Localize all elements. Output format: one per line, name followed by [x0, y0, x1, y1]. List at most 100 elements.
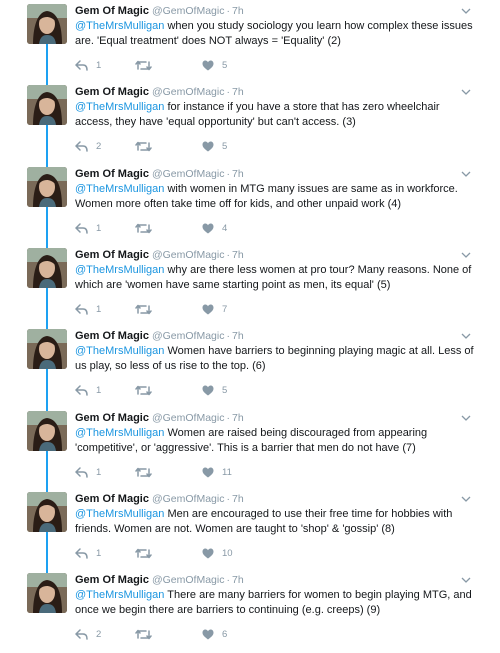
reply-button[interactable]: 1 [75, 545, 101, 561]
retweet-button[interactable] [135, 626, 160, 642]
tweet-text: @TheMrsMulligan There are many barriers … [75, 588, 477, 617]
tweet-timestamp[interactable]: 7h [232, 86, 244, 98]
reply-count: 2 [96, 628, 102, 640]
author-handle[interactable]: @GemOfMagic [152, 574, 225, 586]
retweet-icon [135, 548, 152, 559]
tweet-timestamp[interactable]: 7h [232, 574, 244, 586]
tweet[interactable]: Gem Of Magic @GemOfMagic · 7h @TheMrsMullig… [0, 327, 500, 409]
separator-dot: · [226, 249, 230, 261]
avatar[interactable] [27, 411, 67, 451]
tweet[interactable]: Gem Of Magic @GemOfMagic · 7h @TheMrsMullig… [0, 409, 500, 491]
chevron-down-icon[interactable] [460, 4, 472, 16]
mention-link[interactable]: @TheMrsMulligan [75, 427, 164, 439]
tweet-timestamp[interactable]: 7h [232, 168, 244, 180]
tweet-timestamp[interactable]: 7h [232, 493, 244, 505]
author-name[interactable]: Gem Of Magic [75, 330, 149, 342]
retweet-icon [135, 304, 152, 315]
retweet-icon [135, 629, 152, 640]
reply-count: 1 [96, 222, 102, 234]
reply-icon [75, 59, 88, 71]
author-handle[interactable]: @GemOfMagic [152, 168, 225, 180]
avatar[interactable] [27, 248, 67, 288]
tweet-actions: 1 10 [75, 545, 275, 561]
mention-link[interactable]: @TheMrsMulligan [75, 183, 164, 195]
chevron-down-icon[interactable] [460, 492, 472, 504]
avatar[interactable] [27, 492, 67, 532]
chevron-down-icon[interactable] [460, 85, 472, 97]
author-handle[interactable]: @GemOfMagic [152, 493, 225, 505]
retweet-button[interactable] [135, 545, 160, 561]
author-name[interactable]: Gem Of Magic [75, 86, 149, 98]
tweet-timestamp[interactable]: 7h [232, 412, 244, 424]
tweet-actions: 2 6 [75, 626, 275, 642]
retweet-button[interactable] [135, 382, 160, 398]
retweet-button[interactable] [135, 57, 160, 73]
author-name[interactable]: Gem Of Magic [75, 249, 149, 261]
avatar[interactable] [27, 85, 67, 125]
retweet-button[interactable] [135, 301, 160, 317]
retweet-icon [135, 467, 152, 478]
avatar[interactable] [27, 167, 67, 207]
like-button[interactable]: 10 [202, 545, 233, 561]
chevron-down-icon[interactable] [460, 573, 472, 585]
reply-button[interactable]: 2 [75, 138, 101, 154]
reply-icon [75, 547, 88, 559]
tweet[interactable]: Gem Of Magic @GemOfMagic · 7h @TheMrsMullig… [0, 165, 500, 247]
tweet[interactable]: Gem Of Magic @GemOfMagic · 7h @TheMrsMullig… [0, 490, 500, 572]
mention-link[interactable]: @TheMrsMulligan [75, 508, 164, 520]
tweet[interactable]: Gem Of Magic @GemOfMagic · 7h @TheMrsMullig… [0, 2, 500, 84]
reply-button[interactable]: 1 [75, 220, 101, 236]
like-button[interactable]: 11 [202, 464, 232, 480]
like-button[interactable]: 7 [202, 301, 227, 317]
heart-icon [202, 60, 214, 71]
avatar[interactable] [27, 4, 67, 44]
chevron-down-icon[interactable] [460, 411, 472, 423]
author-handle[interactable]: @GemOfMagic [152, 86, 225, 98]
tweet-timestamp[interactable]: 7h [232, 5, 244, 17]
like-button[interactable]: 5 [202, 57, 227, 73]
author-handle[interactable]: @GemOfMagic [152, 330, 225, 342]
author-handle[interactable]: @GemOfMagic [152, 249, 225, 261]
tweet[interactable]: Gem Of Magic @GemOfMagic · 7h @TheMrsMullig… [0, 246, 500, 328]
chevron-down-icon[interactable] [460, 248, 472, 260]
reply-button[interactable]: 1 [75, 464, 101, 480]
chevron-down-icon[interactable] [460, 167, 472, 179]
mention-link[interactable]: @TheMrsMulligan [75, 589, 164, 601]
tweet-timestamp[interactable]: 7h [232, 249, 244, 261]
heart-icon [202, 141, 214, 152]
author-name[interactable]: Gem Of Magic [75, 412, 149, 424]
reply-button[interactable]: 1 [75, 301, 101, 317]
like-button[interactable]: 5 [202, 382, 227, 398]
chevron-down-icon[interactable] [460, 329, 472, 341]
retweet-icon [135, 223, 152, 234]
mention-link[interactable]: @TheMrsMulligan [75, 345, 164, 357]
author-name[interactable]: Gem Of Magic [75, 5, 149, 17]
like-button[interactable]: 5 [202, 138, 227, 154]
author-name[interactable]: Gem Of Magic [75, 168, 149, 180]
reply-icon [75, 222, 88, 234]
retweet-button[interactable] [135, 220, 160, 236]
mention-link[interactable]: @TheMrsMulligan [75, 101, 164, 113]
heart-icon [202, 223, 214, 234]
author-name[interactable]: Gem Of Magic [75, 493, 149, 505]
reply-button[interactable]: 1 [75, 57, 101, 73]
like-button[interactable]: 6 [202, 626, 227, 642]
author-name[interactable]: Gem Of Magic [75, 574, 149, 586]
retweet-button[interactable] [135, 464, 160, 480]
like-button[interactable]: 4 [202, 220, 227, 236]
tweet-timestamp[interactable]: 7h [232, 330, 244, 342]
retweet-button[interactable] [135, 138, 160, 154]
mention-link[interactable]: @TheMrsMulligan [75, 20, 164, 32]
heart-icon [202, 629, 214, 640]
reply-button[interactable]: 1 [75, 382, 101, 398]
tweet[interactable]: Gem Of Magic @GemOfMagic · 7h @TheMrsMullig… [0, 571, 500, 653]
author-handle[interactable]: @GemOfMagic [152, 5, 225, 17]
author-handle[interactable]: @GemOfMagic [152, 412, 225, 424]
tweet-actions: 1 5 [75, 57, 275, 73]
avatar[interactable] [27, 329, 67, 369]
reply-button[interactable]: 2 [75, 626, 101, 642]
mention-link[interactable]: @TheMrsMulligan [75, 264, 164, 276]
tweet-text: @TheMrsMulligan Women are raised being d… [75, 426, 477, 455]
avatar[interactable] [27, 573, 67, 613]
tweet[interactable]: Gem Of Magic @GemOfMagic · 7h @TheMrsMullig… [0, 83, 500, 165]
